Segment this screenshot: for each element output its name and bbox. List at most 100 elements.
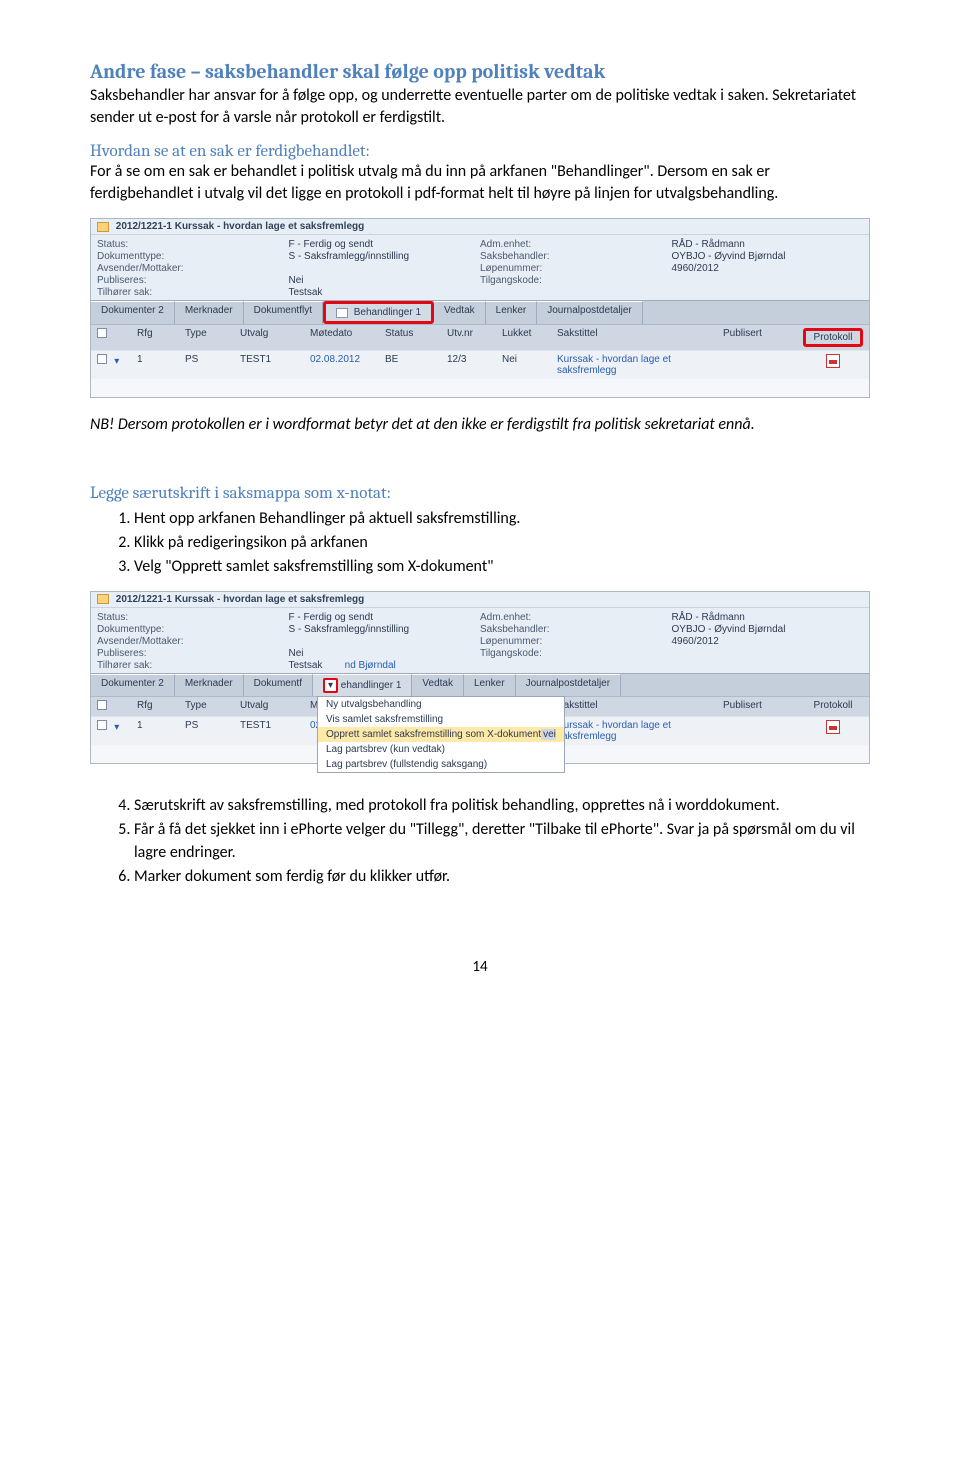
list-item: Får å få det sjekket inn i ePhorte velge…: [134, 818, 870, 864]
tab-behandlinger-highlight[interactable]: Behandlinger 1: [323, 301, 434, 324]
window-titlebar: 2012/1221-1 Kurssak - hvordan lage et sa…: [91, 219, 869, 235]
col-status: Status: [385, 328, 447, 347]
context-menu: Ny utvalgsbehandling Vis samlet saksfrem…: [317, 696, 565, 773]
menu-item-vis-samlet[interactable]: Vis samlet saksfremstilling: [318, 712, 564, 727]
label-doktype: Dokumenttype:: [97, 624, 192, 635]
label-avsender: Avsender/Mottaker:: [97, 263, 192, 274]
label-saksbehandler: Saksbehandler:: [480, 251, 575, 262]
ephorte-screenshot-2: 2012/1221-1 Kurssak - hvordan lage et sa…: [90, 591, 870, 764]
row-checkbox[interactable]: [97, 720, 107, 730]
edit-icon-highlight[interactable]: ▾: [323, 678, 338, 693]
cell-utvalg: TEST1: [240, 354, 310, 376]
val-tilh-link[interactable]: nd Bjørndal: [345, 660, 396, 671]
cell-publisert: [723, 354, 803, 376]
tab-journalpostdetaljer[interactable]: Journalpostdetaljer: [537, 301, 643, 324]
metadata-panel: Status: Dokumenttype: Avsender/Mottaker:…: [91, 608, 869, 673]
val-admenhet: RÅD - Rådmann: [672, 239, 745, 250]
cell-status: BE: [385, 354, 447, 376]
tab-merknader[interactable]: Merknader: [175, 674, 244, 696]
cell-sakstittel[interactable]: Kurssak - hvordan lage et saksfremlegg: [557, 720, 723, 742]
col-protokoll: Protokoll: [803, 700, 863, 713]
tab-behandlinger[interactable]: ▾ ehandlinger 1: [313, 674, 412, 696]
tab-vedtak[interactable]: Vedtak: [412, 674, 464, 696]
menu-item-opprett-xdok[interactable]: Opprett samlet saksfremstilling som X-do…: [318, 727, 564, 742]
col-rfg: Rfg: [137, 700, 185, 713]
cell-lukket: Nei: [502, 354, 557, 376]
tab-lenker[interactable]: Lenker: [464, 674, 516, 696]
page-number: 14: [90, 958, 870, 976]
val-status: F - Ferdig og sendt: [289, 612, 373, 623]
label-saksbehandler: Saksbehandler:: [480, 624, 575, 635]
row-action-icon[interactable]: ▾: [110, 722, 124, 733]
cell-utvalg: TEST1: [240, 720, 310, 742]
main-heading: Andre fase – saksbehandler skal følge op…: [90, 60, 870, 83]
val-status: F - Ferdig og sendt: [289, 239, 373, 250]
cell-protokoll[interactable]: [803, 354, 863, 376]
tab-behandlinger-label: Behandlinger 1: [354, 307, 421, 318]
menu-item-ny-utvalgsbehandling[interactable]: Ny utvalgsbehandling: [318, 697, 564, 712]
col-sakstittel: Sakstittel: [557, 328, 723, 347]
cell-rfg: 1: [137, 354, 185, 376]
pdf-icon[interactable]: [826, 354, 840, 368]
edit-icon[interactable]: [336, 308, 348, 318]
col-publisert: Publisert: [723, 328, 803, 347]
list-item: Hent opp arkfanen Behandlinger på aktuel…: [134, 507, 870, 530]
ephorte-screenshot-1: 2012/1221-1 Kurssak - hvordan lage et sa…: [90, 218, 870, 398]
metadata-panel: Status: Dokumenttype: Avsender/Mottaker:…: [91, 235, 869, 300]
label-avsender: Avsender/Mottaker:: [97, 636, 192, 647]
label-status: Status:: [97, 239, 192, 250]
label-admenhet: Adm.enhet:: [480, 239, 575, 250]
section-heading-2: Legge særutskrift i saksmappa som x-nota…: [90, 484, 870, 503]
val-pub: Nei: [289, 648, 304, 659]
checkbox-all[interactable]: [97, 700, 107, 710]
val-admenhet: RÅD - Rådmann: [672, 612, 745, 623]
label-publiseres: Publiseres:: [97, 648, 192, 659]
col-protokoll-highlight: Protokoll: [803, 328, 863, 347]
val-lopenummer: 4960/2012: [672, 636, 719, 647]
label-publiseres: Publiseres:: [97, 275, 192, 286]
val-pub: Nei: [289, 275, 304, 286]
val-saksbehandler: OYBJO - Øyvind Bjørndal: [672, 251, 786, 262]
val-tilh: Testsak: [289, 660, 323, 671]
val-saksbehandler: OYBJO - Øyvind Bjørndal: [672, 624, 786, 635]
tab-strip: Dokumenter 2 Merknader Dokumentf ▾ ehand…: [91, 673, 869, 696]
col-publisert: Publisert: [723, 700, 803, 713]
cell-protokoll[interactable]: [803, 720, 863, 742]
tab-dokumentflyt[interactable]: Dokumentflyt: [244, 301, 323, 324]
col-rfg: Rfg: [137, 328, 185, 347]
tab-merknader[interactable]: Merknader: [175, 301, 244, 324]
nb-note: NB! Dersom protokollen er i wordformat b…: [90, 414, 870, 436]
tab-dokumenter[interactable]: Dokumenter 2: [91, 301, 175, 324]
checkbox-all[interactable]: [97, 328, 107, 338]
cell-motedato[interactable]: 02.08.2012: [310, 354, 385, 376]
row-checkbox[interactable]: [97, 354, 107, 364]
grid-header: Rfg Type Utvalg Møtedato Status Utv.nr L…: [91, 324, 869, 350]
tab-dokumenter[interactable]: Dokumenter 2: [91, 674, 175, 696]
col-sakstittel: Sakstittel: [557, 700, 723, 713]
cell-sakstittel[interactable]: Kurssak - hvordan lage et saksfremlegg: [557, 354, 723, 376]
label-tilhorersak: Tilhører sak:: [97, 660, 192, 671]
label-status: Status:: [97, 612, 192, 623]
col-motedato: Møtedato: [310, 328, 385, 347]
menu-suffix: vei: [541, 729, 556, 740]
val-doktype: S - Saksframlegg/innstilling: [289, 624, 410, 635]
col-utvalg: Utvalg: [240, 328, 310, 347]
label-admenhet: Adm.enhet:: [480, 612, 575, 623]
list-item: Marker dokument som ferdig før du klikke…: [134, 865, 870, 888]
cell-rfg: 1: [137, 720, 185, 742]
val-tilh: Testsak: [289, 287, 323, 298]
ordered-list-2: Særutskrift av saksfremstilling, med pro…: [90, 794, 870, 889]
menu-item-lag-partsbrev-saksgang[interactable]: Lag partsbrev (fullstendig saksgang): [318, 757, 564, 772]
tab-vedtak[interactable]: Vedtak: [434, 301, 486, 324]
window-titlebar: 2012/1221-1 Kurssak - hvordan lage et sa…: [91, 592, 869, 608]
row-action-icon[interactable]: ▾: [110, 356, 124, 367]
label-doktype: Dokumenttype:: [97, 251, 192, 262]
col-type: Type: [185, 700, 240, 713]
table-row[interactable]: ▾ 1 PS TEST1 02.08.2012 BE 12/3 Nei Kurs…: [91, 350, 869, 379]
pdf-icon[interactable]: [826, 720, 840, 734]
menu-item-lag-partsbrev-vedtak[interactable]: Lag partsbrev (kun vedtak): [318, 742, 564, 757]
window-title: 2012/1221-1 Kurssak - hvordan lage et sa…: [116, 221, 364, 232]
tab-dokumentflyt[interactable]: Dokumentf: [244, 674, 313, 696]
tab-journalpostdetaljer[interactable]: Journalpostdetaljer: [516, 674, 622, 696]
tab-lenker[interactable]: Lenker: [486, 301, 538, 324]
